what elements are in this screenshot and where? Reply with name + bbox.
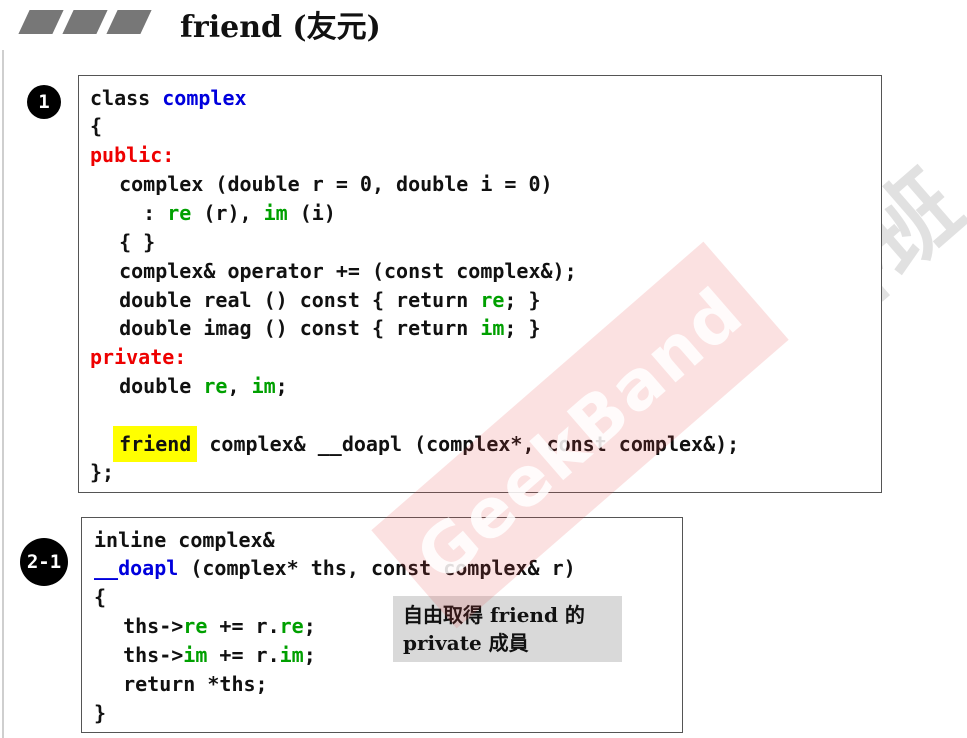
note-line-2: private 成員 — [403, 631, 529, 655]
left-rule — [2, 50, 4, 738]
code-line: inline complex& — [94, 528, 275, 552]
friend-highlight: friend — [113, 426, 198, 462]
code-line-friend: friend complex& __doapl (complex*, const… — [95, 426, 739, 462]
code-line: double re, im; — [95, 374, 288, 398]
code-line: }; — [90, 460, 115, 484]
title-bar-3 — [106, 10, 152, 34]
access-public: public: — [90, 143, 175, 167]
code-line: return *ths; — [99, 672, 268, 696]
title-bar-1 — [18, 10, 64, 34]
function-name: __doapl — [94, 556, 179, 580]
code-line: complex& operator += (const complex&); — [95, 259, 577, 283]
step-badge-1: 1 — [27, 85, 61, 119]
code-line: complex (double r = 0, double i = 0) — [95, 172, 553, 196]
code-line: class complex — [90, 86, 247, 110]
title-decoration — [18, 10, 152, 34]
code-line: double imag () const { return im; } — [95, 316, 541, 340]
note-line-1: 自由取得 friend 的 — [403, 603, 585, 627]
code-line: : re (r), im (i) — [95, 201, 336, 225]
step-badge-2-1: 2-1 — [20, 538, 68, 586]
code-line: __doapl (complex* ths, const complex& r) — [94, 556, 576, 580]
code-line: ths->im += r.im; — [99, 643, 316, 667]
code-line: ths->re += r.re; — [99, 614, 316, 638]
title-bar-2 — [62, 10, 108, 34]
class-definition-code: class complex { public: complex (double … — [78, 75, 882, 493]
class-name: complex — [162, 86, 247, 110]
access-private: private: — [90, 345, 187, 369]
page-title: friend (友元) — [180, 10, 381, 45]
code-line: { — [94, 585, 107, 609]
code-line: { } — [95, 230, 156, 254]
code-line: double real () const { return re; } — [95, 288, 541, 312]
code-line: { — [90, 114, 103, 138]
code-line: } — [94, 701, 107, 725]
annotation-note: 自由取得 friend 的 private 成員 — [393, 596, 622, 662]
